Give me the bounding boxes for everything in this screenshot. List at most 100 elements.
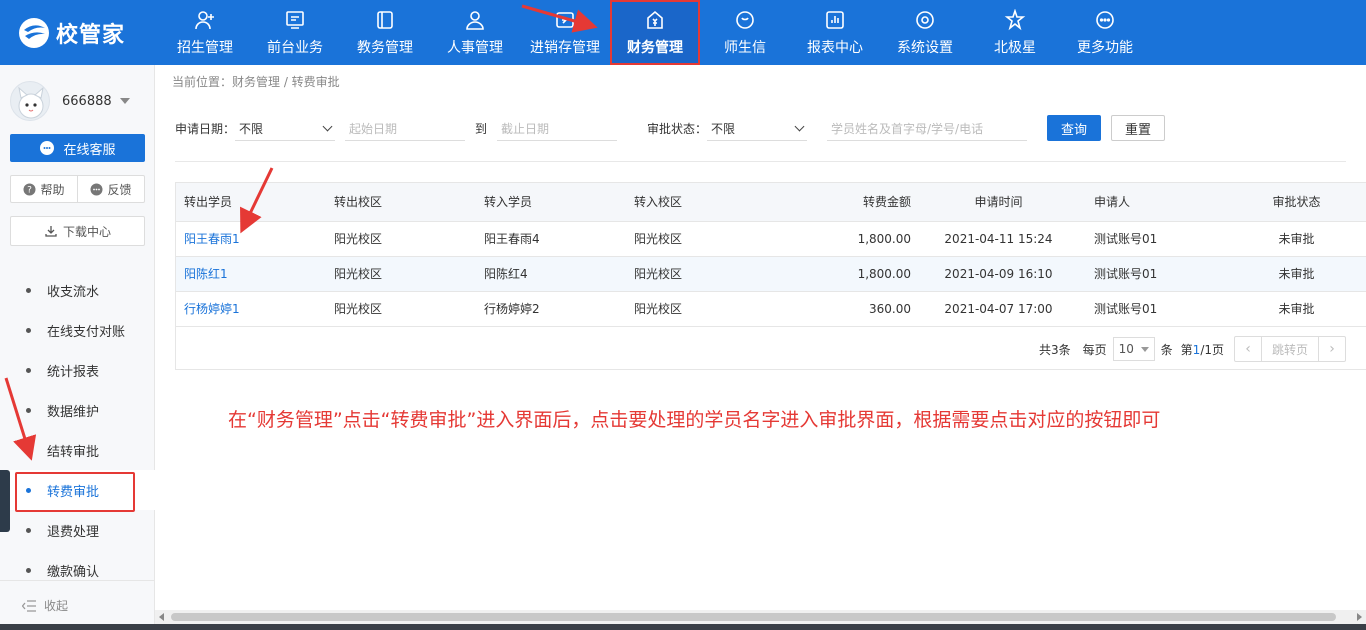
table-cell: 1,800.00: [776, 256, 911, 292]
table-header: 转出学员 转出校区 转入学员 转入校区 转费金额 申请时间 申请人 审批状态: [176, 183, 1366, 222]
status-cell: 未审批: [1226, 221, 1366, 257]
table-cell: 2021-04-11 15:24: [911, 221, 1086, 257]
col-header-from-student: 转出学员: [176, 183, 326, 222]
next-page-button[interactable]: ›: [1319, 337, 1345, 361]
table-cell: 测试账号01: [1086, 291, 1226, 327]
table-cell: 2021-04-07 17:00: [911, 291, 1086, 327]
sidebar-item-refund[interactable]: 退费处理: [0, 510, 155, 550]
nav-item-finance[interactable]: 财务管理: [610, 0, 700, 65]
main-content: 当前位置：财务管理 / 转费审批 申请日期： 不限 起始日期 到 截止日期 审批…: [155, 65, 1366, 630]
nav-item-messages[interactable]: 师生信: [700, 0, 790, 65]
nav-item-hr[interactable]: 人事管理: [430, 0, 520, 65]
table-cell: 1,800.00: [776, 221, 911, 257]
online-service-button[interactable]: 在线客服: [10, 134, 145, 162]
person-add-icon: [195, 10, 214, 29]
bullet-icon: [26, 407, 31, 413]
student-search-input[interactable]: 学员姓名及首字母/学号/电话: [827, 117, 1027, 141]
apply-date-select[interactable]: 不限: [235, 117, 335, 141]
filter-bar: 申请日期： 不限 起始日期 到 截止日期 审批状态： 不限 学员姓名及首字母/学…: [175, 115, 1345, 143]
book-icon: [377, 10, 393, 29]
table-row: 阳陈红1 阳光校区 阳陈红4 阳光校区 1,800.00 2021-04-09 …: [176, 256, 1366, 292]
table-cell: 测试账号01: [1086, 221, 1226, 257]
status-cell: 未审批: [1226, 291, 1366, 327]
query-button[interactable]: 查询: [1047, 115, 1101, 141]
apply-date-label: 申请日期：: [175, 122, 236, 136]
scroll-right-icon[interactable]: [1357, 613, 1362, 621]
main-nav: 招生管理 前台业务 教务管理 人事管理 进销存管理 财务管理 师生信 报表中心: [160, 0, 1150, 65]
help-button[interactable]: ? 帮助: [11, 176, 78, 202]
scrollbar-thumb[interactable]: [171, 613, 1336, 621]
table-cell: 阳光校区: [626, 221, 776, 257]
sidebar-item-online-payment[interactable]: 在线支付对账: [0, 310, 155, 350]
help-icon: ?: [23, 183, 36, 195]
reset-button[interactable]: 重置: [1111, 115, 1165, 141]
star-icon: [1004, 8, 1026, 30]
bullet-icon: [26, 327, 31, 333]
divider: [175, 161, 1346, 162]
table-cell: 阳王春雨4: [476, 221, 626, 257]
table-cell: 阳光校区: [326, 256, 476, 292]
user-menu[interactable]: 666888: [10, 81, 130, 121]
per-page-select[interactable]: 10: [1112, 337, 1155, 361]
chat-icon: [736, 10, 754, 29]
chevron-down-icon: [119, 98, 130, 104]
nav-item-academic[interactable]: 教务管理: [340, 0, 430, 65]
jump-page-button[interactable]: 跳转页: [1261, 337, 1319, 361]
nav-item-reports[interactable]: 报表中心: [790, 0, 880, 65]
status-cell: 未审批: [1226, 256, 1366, 292]
bullet-icon: [26, 487, 31, 493]
download-icon: [45, 226, 57, 237]
bullet-icon: [26, 287, 31, 293]
student-link[interactable]: 行杨婷婷1: [184, 302, 240, 316]
download-center-button[interactable]: 下载中心: [10, 216, 145, 246]
col-header-to-student: 转入学员: [476, 183, 626, 222]
status-select[interactable]: 不限: [707, 117, 807, 141]
chevron-down-icon: [794, 121, 805, 132]
monitor-icon: [286, 10, 304, 29]
col-header-apply-time: 申请时间: [911, 183, 1086, 222]
nav-item-polaris[interactable]: 北极星: [970, 0, 1060, 65]
inventory-icon: [556, 11, 574, 28]
horizontal-scrollbar[interactable]: [155, 610, 1366, 624]
person-icon: [466, 10, 484, 30]
avatar: [10, 81, 50, 121]
nav-item-inventory[interactable]: 进销存管理: [520, 0, 610, 65]
headset-icon: [40, 141, 55, 155]
breadcrumb: 当前位置：财务管理 / 转费审批: [172, 75, 340, 89]
student-link[interactable]: 阳王春雨1: [184, 232, 240, 246]
prev-page-button[interactable]: ‹: [1235, 337, 1261, 361]
collapse-sidebar-button[interactable]: 收起: [0, 580, 155, 630]
nav-item-front-desk[interactable]: 前台业务: [250, 0, 340, 65]
start-date-input[interactable]: 起始日期: [345, 117, 465, 141]
table-cell: 360.00: [776, 291, 911, 327]
more-icon: [1096, 10, 1114, 29]
status-label: 审批状态：: [647, 122, 708, 136]
end-date-input[interactable]: 截止日期: [497, 117, 617, 141]
instruction-annotation: 在“财务管理”点击“转费审批”进入界面后，点击要处理的学员名字进入审批界面，根据…: [228, 409, 1161, 431]
page-controls: ‹ 跳转页 ›: [1234, 336, 1346, 362]
nav-item-more[interactable]: 更多功能: [1060, 0, 1150, 65]
sidebar: 666888 在线客服 ? 帮助 反馈 下载中心 收支流水 在线支付对账 统计报…: [0, 65, 155, 630]
table-cell: 阳光校区: [326, 291, 476, 327]
side-drawer-handle[interactable]: [0, 470, 10, 532]
student-link[interactable]: 阳陈红1: [184, 267, 228, 281]
sidebar-item-data-maintenance[interactable]: 数据维护: [0, 390, 155, 430]
transfer-table: 转出学员 转出校区 转入学员 转入校区 转费金额 申请时间 申请人 审批状态 阳…: [175, 182, 1366, 370]
username: 666888: [62, 93, 112, 109]
nav-item-settings[interactable]: 系统设置: [880, 0, 970, 65]
feedback-button[interactable]: 反馈: [78, 176, 144, 202]
table-cell: 2021-04-09 16:10: [911, 256, 1086, 292]
nav-item-enrollment[interactable]: 招生管理: [160, 0, 250, 65]
sidebar-item-statistics[interactable]: 统计报表: [0, 350, 155, 390]
per-page-unit: 条: [1160, 342, 1173, 357]
sidebar-item-carryover-approval[interactable]: 结转审批: [0, 430, 155, 470]
table-cell: 行杨婷婷2: [476, 291, 626, 327]
sidebar-item-income-expense[interactable]: 收支流水: [0, 270, 155, 310]
sidebar-item-transfer-approval[interactable]: 转费审批: [0, 470, 155, 512]
help-feedback-group: ? 帮助 反馈: [10, 175, 145, 203]
logo-mark-icon: [18, 17, 52, 49]
brand-logo[interactable]: 校管家: [18, 16, 125, 50]
settings-icon: [916, 10, 934, 29]
table-cell: 阳光校区: [626, 291, 776, 327]
scroll-left-icon[interactable]: [159, 613, 164, 621]
